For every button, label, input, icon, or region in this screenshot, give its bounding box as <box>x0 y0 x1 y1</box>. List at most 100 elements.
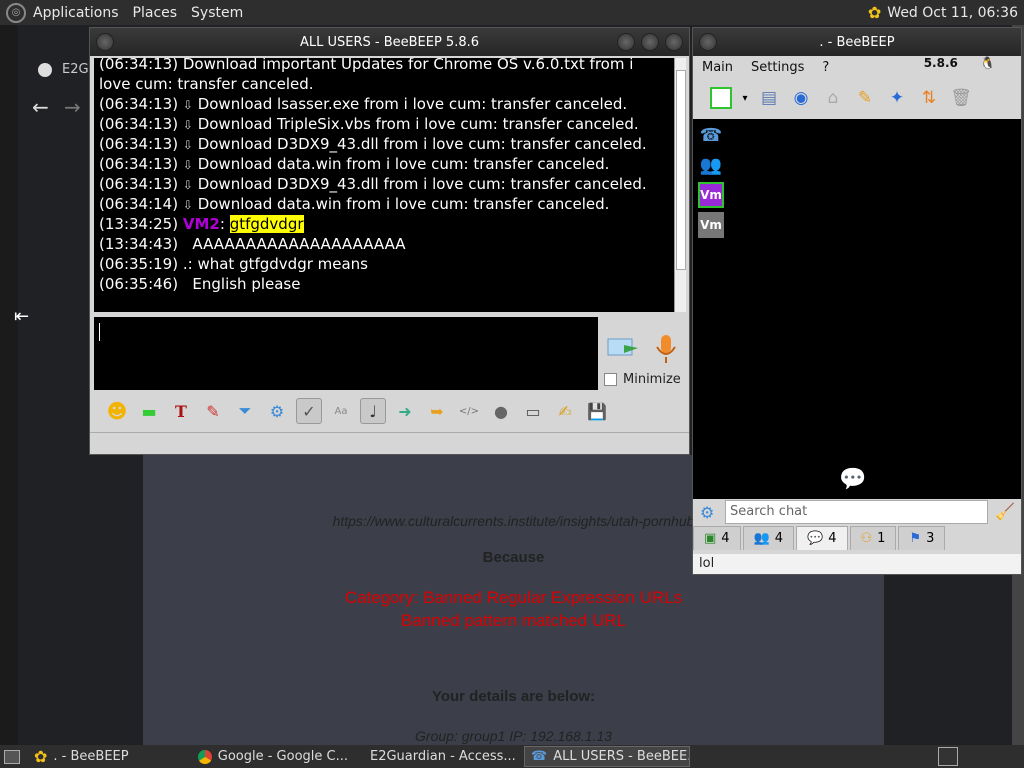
tab-users[interactable]: ▣ 4 <box>693 526 741 550</box>
update-icon[interactable]: ⇅ <box>915 84 943 112</box>
download-icon: ⇩ <box>182 118 193 132</box>
task-google[interactable]: Google - Google C... <box>192 746 354 767</box>
spell-check-icon[interactable]: ✓ <box>296 398 322 424</box>
screenshot-icon[interactable]: ▭ <box>520 398 546 424</box>
beebeep-tabs: ▣ 4 👥 4 💬 4 ⚇ 1 ⚑ 3 <box>693 526 1021 552</box>
browser-tab-title[interactable]: E2G <box>62 62 89 77</box>
notepad-icon[interactable]: ✎ <box>851 84 879 112</box>
status-icon[interactable] <box>707 84 735 112</box>
tab-groups[interactable]: 👥 4 <box>742 526 795 550</box>
menu-applications[interactable]: Applications <box>26 5 126 21</box>
clear-search-icon[interactable]: 🧹 <box>995 502 1015 521</box>
minimize-window-button[interactable] <box>617 33 635 51</box>
save-chat-icon[interactable]: 💾 <box>584 398 610 424</box>
message-input[interactable] <box>94 317 598 390</box>
ban-category: Category: Banned Regular Expression URLs <box>344 588 683 607</box>
menu-system[interactable]: System <box>184 5 250 21</box>
send-button[interactable] <box>606 333 640 363</box>
chat-bubble-icon: 💬 <box>839 467 867 492</box>
task-all-users[interactable]: ☎ ALL USERS - BeeBEE... <box>524 746 690 767</box>
forward-arrow-icon[interactable]: → <box>64 95 81 119</box>
search-chat-input[interactable]: Search chat <box>725 500 988 524</box>
workspace-switcher[interactable] <box>938 747 958 766</box>
dictionary-icon[interactable]: Aa <box>328 398 354 424</box>
search-row: ⚙ Search chat 🧹 <box>693 500 1021 526</box>
task-beebeep[interactable]: ✿. - BeeBEEP <box>28 746 188 767</box>
chat-line: love cum: transfer canceled. <box>99 75 314 93</box>
download-icon: ⇩ <box>182 98 193 112</box>
chat-window-title: ALL USERS - BeeBEEP 5.8.6 <box>299 34 480 50</box>
send-folder-icon[interactable]: ➥ <box>424 398 450 424</box>
files-icon: ⚑ <box>909 531 922 546</box>
window-menu-button[interactable] <box>96 33 114 51</box>
tab-files[interactable]: ⚑ 3 <box>898 526 946 550</box>
beebeep-toolbar: ▾ ▤ ◉ ⌂ ✎ ✦ ⇅ 🗑 <box>693 80 1021 116</box>
beebeep-titlebar[interactable]: . - BeeBEEP <box>693 28 1021 56</box>
users-group-icon[interactable]: 👥 <box>698 152 724 178</box>
chat-line: (06:35:46) English please <box>99 275 301 293</box>
profile-edit-icon[interactable]: ▤ <box>755 84 783 112</box>
sender-vm2[interactable]: VM2 <box>183 215 220 233</box>
minimize-label: Minimize <box>623 372 681 387</box>
download-icon: ⇩ <box>182 198 193 212</box>
beebeep-menubar: Main Settings ? 5.8.6 🐧 <box>693 56 1021 78</box>
show-desktop-icon[interactable] <box>0 746 24 767</box>
group-ip: Group: group1 IP: 192.168.1.13 <box>415 728 612 744</box>
shares-icon: ⚇ <box>860 531 873 546</box>
vm-avatar-2[interactable]: Vm <box>698 212 724 238</box>
clock[interactable]: Wed Oct 11, 06:36 <box>887 5 1018 21</box>
trash-icon[interactable]: 🗑 <box>947 84 975 112</box>
nudge-icon[interactable]: ▬ <box>136 398 162 424</box>
music-note-icon[interactable]: ♩ <box>360 398 386 424</box>
taskbar: ✿. - BeeBEEP Google - Google C... E2Guar… <box>0 745 1024 768</box>
network-icon[interactable]: ◉ <box>787 84 815 112</box>
search-settings-icon[interactable]: ⚙ <box>700 503 714 522</box>
microphone-icon[interactable] <box>653 333 679 365</box>
beebeep-list-area[interactable]: ☎ 👥 Vm Vm 💬 <box>693 119 1021 499</box>
menu-help[interactable]: ? <box>813 60 838 75</box>
menu-settings[interactable]: Settings <box>742 60 813 75</box>
chat-line: (13:34:43) AAAAAAAAAAAAAAAAAAAA <box>99 235 406 253</box>
back-arrow-icon[interactable]: ← <box>32 95 49 119</box>
tab-chats[interactable]: 💬 4 <box>796 526 848 550</box>
gnome-logo-icon[interactable]: ◎ <box>6 2 26 23</box>
emoticon-icon[interactable]: ☻ <box>104 398 130 424</box>
menu-main[interactable]: Main <box>693 60 742 75</box>
beebeep-icon: ✿ <box>34 747 48 766</box>
window-menu-button[interactable] <box>699 33 717 51</box>
task-e2guardian[interactable]: E2Guardian - Access... <box>358 746 520 767</box>
tab-shares[interactable]: ⚇ 1 <box>849 526 897 550</box>
home-icon[interactable]: ⌂ <box>819 84 847 112</box>
beebeep-tray-icon[interactable]: ✿ <box>868 3 881 22</box>
chevron-down-icon[interactable]: ▾ <box>739 84 751 112</box>
beebeep-window-title: . - BeeBEEP <box>819 34 895 50</box>
edit-note-icon[interactable]: ✍ <box>552 398 578 424</box>
ban-reason: Banned pattern matched URL <box>401 611 626 630</box>
chat-scrollbar[interactable] <box>674 58 686 312</box>
chat-all-icon[interactable]: ☎ <box>698 122 724 148</box>
chat-line-download: (06:34:13) ⇩ Download data.win from i lo… <box>99 155 610 173</box>
chat-titlebar[interactable]: ALL USERS - BeeBEEP 5.8.6 <box>90 28 689 56</box>
details-heading: Your details are below: <box>431 688 596 705</box>
send-file-icon[interactable]: ➜ <box>392 398 418 424</box>
chat-history[interactable]: (06:34:13) Download important Updates fo… <box>94 58 686 312</box>
html-icon[interactable]: </> <box>456 398 482 424</box>
maximize-window-button[interactable] <box>641 33 659 51</box>
menu-places[interactable]: Places <box>126 5 185 21</box>
chat-line: (06:34:13) Download important Updates fo… <box>99 58 634 73</box>
font-icon[interactable]: T <box>168 398 194 424</box>
groups-icon: 👥 <box>753 531 770 546</box>
chat-window: ALL USERS - BeeBEEP 5.8.6 (06:34:13) Dow… <box>89 27 690 455</box>
record-icon[interactable]: ● <box>488 398 514 424</box>
users-icon: ▣ <box>704 531 717 546</box>
beebeep-chat-icon: ☎ <box>531 749 548 764</box>
vm-avatar-1[interactable]: Vm <box>698 182 724 208</box>
close-window-button[interactable] <box>665 33 683 51</box>
globe-icon <box>38 63 52 77</box>
color-icon[interactable]: ✎ <box>200 398 226 424</box>
chat-line-download: (06:34:13) ⇩ Download TripleSix.vbs from… <box>99 115 639 133</box>
filter-icon[interactable]: ⏷ <box>232 398 258 424</box>
settings-gear-icon[interactable]: ⚙ <box>264 398 290 424</box>
plugins-icon[interactable]: ✦ <box>883 84 911 112</box>
minimize-checkbox[interactable] <box>604 373 617 386</box>
